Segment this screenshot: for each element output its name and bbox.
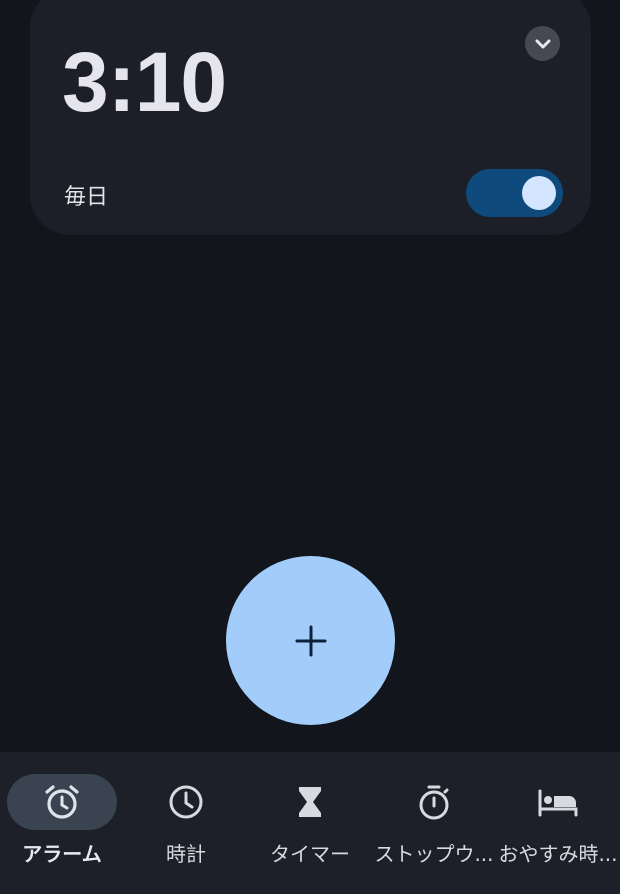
alarm-time[interactable]: 3:10 — [62, 40, 227, 124]
alarm-icon — [45, 785, 79, 819]
stopwatch-icon — [419, 785, 449, 820]
nav-pill-clock — [131, 774, 241, 830]
nav-label-bedtime: おやすみ時... — [498, 842, 618, 866]
clock-icon — [169, 785, 203, 819]
nav-item-timer[interactable]: タイマー — [248, 774, 372, 874]
nav-label-alarm: アラーム — [22, 842, 102, 866]
hourglass-icon — [299, 787, 321, 817]
nav-pill-timer — [255, 774, 365, 830]
nav-label-timer: タイマー — [270, 842, 350, 866]
nav-pill-bedtime — [503, 774, 613, 830]
toggle-knob — [522, 176, 556, 210]
nav-pill-stopwatch — [379, 774, 489, 830]
alarm-toggle[interactable] — [466, 169, 563, 217]
chevron-down-icon — [535, 39, 550, 48]
plus-icon — [295, 625, 326, 656]
nav-item-alarm[interactable]: アラーム — [0, 774, 124, 874]
nav-pill-alarm — [7, 774, 117, 830]
nav-label-stopwatch: ストップウ... — [374, 842, 494, 866]
nav-label-clock: 時計 — [166, 842, 206, 866]
bottom-navigation: アラーム 時計 タイマー ストップウ... おやすみ時... — [0, 752, 620, 894]
nav-item-clock[interactable]: 時計 — [124, 774, 248, 874]
expand-button[interactable] — [525, 26, 560, 61]
bed-icon — [538, 789, 578, 817]
repeat-label: 毎日 — [64, 185, 109, 210]
nav-item-bedtime[interactable]: おやすみ時... — [496, 774, 620, 874]
alarm-card[interactable]: 3:10 毎日 — [30, 0, 591, 235]
nav-item-stopwatch[interactable]: ストップウ... — [372, 774, 496, 874]
add-alarm-button[interactable] — [226, 556, 395, 725]
